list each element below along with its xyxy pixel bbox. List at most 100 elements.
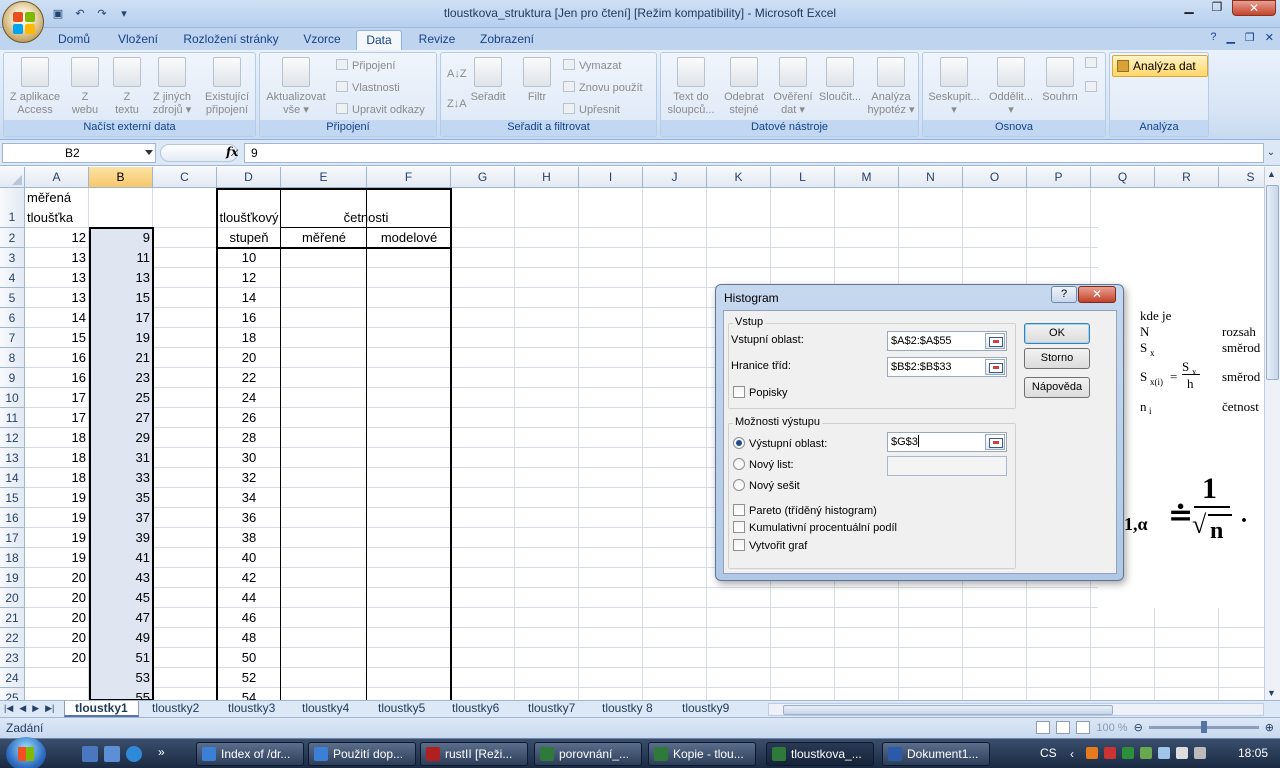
- row-header[interactable]: 12: [0, 428, 25, 448]
- row-header[interactable]: 20: [0, 588, 25, 608]
- row-header[interactable]: 17: [0, 528, 25, 548]
- expand-formula-bar-icon[interactable]: ⌄: [1264, 144, 1278, 162]
- cell-a[interactable]: 13: [25, 288, 89, 308]
- cell-d[interactable]: 22: [217, 368, 281, 388]
- sheet-tab[interactable]: tloustky4: [292, 701, 359, 717]
- labels-checkbox[interactable]: [733, 386, 745, 398]
- cell-b[interactable]: 55: [89, 688, 153, 700]
- cell-d[interactable]: 32: [217, 468, 281, 488]
- cell-a[interactable]: 18: [25, 448, 89, 468]
- next-sheet-icon[interactable]: ▶: [32, 703, 39, 714]
- vertical-scrollbar[interactable]: ▲ ▼: [1264, 167, 1280, 700]
- new-sheet-field[interactable]: [887, 456, 1007, 476]
- filter-button[interactable]: Filtr: [517, 57, 557, 104]
- what-if-button[interactable]: Analýza hypotéz ▾: [865, 57, 917, 117]
- cell-b[interactable]: 9: [89, 228, 153, 248]
- cell-b[interactable]: 27: [89, 408, 153, 428]
- column-header[interactable]: H: [515, 167, 579, 188]
- column-header[interactable]: M: [835, 167, 899, 188]
- ribbon-restore-icon[interactable]: ❐: [1245, 31, 1255, 44]
- minimize-icon[interactable]: ▁: [1176, 0, 1202, 16]
- connections-button[interactable]: Připojení: [336, 59, 395, 73]
- from-web-button[interactable]: Z webu: [64, 57, 106, 117]
- cell-b[interactable]: 53: [89, 668, 153, 688]
- cell-b[interactable]: 17: [89, 308, 153, 328]
- bin-range-field[interactable]: $B$2:$B$33: [887, 357, 1007, 377]
- reapply-button[interactable]: Znovu použít: [563, 81, 643, 95]
- tray-device-icon[interactable]: [1194, 747, 1206, 759]
- taskbar-button[interactable]: porovnání_...: [534, 742, 642, 766]
- cell-d[interactable]: 26: [217, 408, 281, 428]
- new-workbook-radio[interactable]: [733, 479, 745, 491]
- cell-d[interactable]: 44: [217, 588, 281, 608]
- cell-b[interactable]: 19: [89, 328, 153, 348]
- cell-b[interactable]: 23: [89, 368, 153, 388]
- cell-a[interactable]: 14: [25, 308, 89, 328]
- select-all-corner[interactable]: [0, 167, 25, 188]
- chart-output-checkbox[interactable]: [733, 539, 745, 551]
- cell-b[interactable]: 25: [89, 388, 153, 408]
- cell-b[interactable]: 21: [89, 348, 153, 368]
- data-validation-button[interactable]: Ověření dat ▾: [769, 57, 817, 117]
- cell-a[interactable]: 17: [25, 388, 89, 408]
- column-header[interactable]: Q: [1091, 167, 1155, 188]
- from-other-button[interactable]: Z jiných zdrojů ▾: [148, 57, 196, 117]
- text-to-columns-button[interactable]: Text do sloupců...: [663, 57, 719, 117]
- dialog-close-icon[interactable]: ✕: [1078, 286, 1116, 303]
- row-header[interactable]: 9: [0, 368, 25, 388]
- column-header[interactable]: L: [771, 167, 835, 188]
- last-sheet-icon[interactable]: ▶|: [45, 703, 54, 714]
- sheet-tab[interactable]: tloustky6: [442, 701, 509, 717]
- cell-d[interactable]: 40: [217, 548, 281, 568]
- zoom-out-icon[interactable]: ⊖: [1134, 721, 1143, 734]
- sheet-tab[interactable]: tloustky2: [142, 701, 209, 717]
- name-box[interactable]: B2: [2, 143, 156, 163]
- cell-a[interactable]: 18: [25, 468, 89, 488]
- tray-update-icon[interactable]: [1122, 747, 1134, 759]
- show-detail-icon[interactable]: [1085, 57, 1101, 71]
- tab-page-layout[interactable]: Rozložení stránky: [176, 30, 286, 50]
- taskbar-button[interactable]: rustII [Reži...: [420, 742, 528, 766]
- column-header[interactable]: A: [25, 167, 89, 188]
- row-header[interactable]: 2: [0, 228, 25, 248]
- remove-duplicates-button[interactable]: Odebrat stejné: [719, 57, 769, 117]
- cell-d[interactable]: 50: [217, 648, 281, 668]
- start-button[interactable]: [6, 737, 46, 768]
- cancel-button[interactable]: Storno: [1024, 348, 1090, 369]
- column-header[interactable]: S: [1219, 167, 1264, 188]
- cell-d[interactable]: 14: [217, 288, 281, 308]
- help-icon[interactable]: ?: [1210, 31, 1216, 44]
- prev-sheet-icon[interactable]: ◀: [19, 703, 26, 714]
- taskbar-button[interactable]: Kopie - tlou...: [648, 742, 756, 766]
- cell-b[interactable]: 11: [89, 248, 153, 268]
- row-header[interactable]: 3: [0, 248, 25, 268]
- cell-a[interactable]: 20: [25, 628, 89, 648]
- cell-a[interactable]: 15: [25, 328, 89, 348]
- cell-b[interactable]: 15: [89, 288, 153, 308]
- sort-button[interactable]: Seřadit: [469, 57, 507, 104]
- row-header[interactable]: 7: [0, 328, 25, 348]
- cell-d[interactable]: 12: [217, 268, 281, 288]
- taskbar-button[interactable]: Použití dop...: [308, 742, 416, 766]
- scroll-down-icon[interactable]: ▼: [1267, 688, 1276, 698]
- office-button[interactable]: [2, 1, 44, 43]
- ok-button[interactable]: OK: [1024, 323, 1090, 344]
- sheet-tab[interactable]: tloustky7: [518, 701, 585, 717]
- row-header[interactable]: 21: [0, 608, 25, 628]
- subtotal-button[interactable]: Souhrn: [1039, 57, 1081, 104]
- cell-a[interactable]: 16: [25, 368, 89, 388]
- properties-button[interactable]: Vlastnosti: [336, 81, 400, 95]
- cell-b[interactable]: 35: [89, 488, 153, 508]
- zoom-level[interactable]: 100 %: [1096, 722, 1127, 734]
- tab-view[interactable]: Zobrazení: [472, 30, 542, 50]
- normal-view-icon[interactable]: [1036, 721, 1051, 734]
- cell-d[interactable]: 24: [217, 388, 281, 408]
- ribbon-minimize-icon[interactable]: ▁: [1226, 31, 1234, 44]
- input-range-field[interactable]: $A$2:$A$55: [887, 331, 1007, 351]
- cell-b[interactable]: 49: [89, 628, 153, 648]
- cell-b[interactable]: 29: [89, 428, 153, 448]
- taskbar-button[interactable]: tloustkova_...: [766, 742, 874, 766]
- refresh-all-button[interactable]: Aktualizovat vše ▾: [262, 57, 330, 117]
- column-header[interactable]: N: [899, 167, 963, 188]
- cell-b[interactable]: 13: [89, 268, 153, 288]
